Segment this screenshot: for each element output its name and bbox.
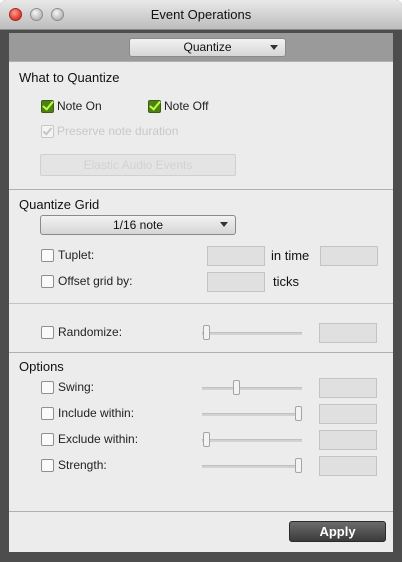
include-within-label: Include within: <box>58 406 135 420</box>
randomize-label: Randomize: <box>58 325 123 339</box>
what-to-quantize-section: What to Quantize Note On Note Off Preser… <box>9 61 393 189</box>
grid-value: 1/16 note <box>112 218 164 232</box>
exclude-within-label: Exclude within: <box>58 432 139 446</box>
strength-value-field[interactable] <box>319 456 377 476</box>
elastic-audio-events-button[interactable]: Elastic Audio Events <box>40 154 236 176</box>
offset-ticks-field[interactable] <box>207 272 265 292</box>
operation-select[interactable]: Quantize <box>129 38 286 57</box>
apply-button[interactable]: Apply <box>289 521 386 542</box>
footer-bar: Apply <box>9 511 393 552</box>
tuplet-count-field[interactable] <box>207 246 265 266</box>
include-within-value-field[interactable] <box>319 404 377 424</box>
note-off-label: Note Off <box>164 99 209 113</box>
swing-slider-thumb[interactable] <box>233 380 241 395</box>
offset-grid-label: Offset grid by: <box>58 274 133 288</box>
swing-value-field[interactable] <box>319 378 377 398</box>
section-heading: Quantize Grid <box>19 197 100 212</box>
note-on-checkbox[interactable] <box>41 98 54 113</box>
window-title: Event Operations <box>150 7 252 22</box>
checkmark-icon <box>149 98 161 111</box>
checkmark-icon <box>42 125 53 136</box>
title-bar[interactable]: Event Operations <box>0 0 402 30</box>
grid-value-select[interactable]: 1/16 note <box>40 215 236 235</box>
randomize-checkbox[interactable] <box>41 326 54 339</box>
strength-checkbox[interactable] <box>41 459 54 472</box>
tuplet-checkbox[interactable] <box>41 249 54 262</box>
swing-slider-track[interactable] <box>202 387 302 390</box>
options-section: Options Swing: Include within: Exclude w… <box>9 352 393 511</box>
section-heading: Options <box>19 359 64 374</box>
chevron-down-icon <box>220 222 228 227</box>
swing-checkbox[interactable] <box>41 381 54 394</box>
exclude-within-slider-track[interactable] <box>202 439 302 442</box>
event-operations-window: Event Operations Quantize What to Quanti… <box>0 0 402 562</box>
exclude-within-value-field[interactable] <box>319 430 377 450</box>
offset-grid-checkbox[interactable] <box>41 275 54 288</box>
swing-label: Swing: <box>58 380 95 394</box>
include-within-slider-thumb[interactable] <box>295 406 302 421</box>
strength-slider-track[interactable] <box>202 465 302 468</box>
exclude-within-slider-thumb[interactable] <box>203 432 210 447</box>
ticks-label: ticks <box>273 274 299 289</box>
include-within-checkbox[interactable] <box>41 407 54 420</box>
note-on-label: Note On <box>57 99 102 113</box>
strength-label: Strength: <box>58 458 107 472</box>
include-within-slider-track[interactable] <box>202 413 302 416</box>
randomize-value-field[interactable] <box>319 323 377 343</box>
strength-slider-thumb[interactable] <box>295 458 302 473</box>
exclude-within-checkbox[interactable] <box>41 433 54 446</box>
checkmark-icon <box>42 98 54 111</box>
quantize-grid-section: Quantize Grid 1/16 note Tuplet: in time … <box>9 189 393 352</box>
window-body: Quantize What to Quantize Note On Note O… <box>9 33 393 552</box>
preserve-duration-label: Preserve note duration <box>57 124 179 138</box>
note-off-checkbox[interactable] <box>148 98 161 113</box>
randomize-slider-thumb[interactable] <box>203 325 210 340</box>
divider <box>9 303 393 304</box>
in-time-label: in time <box>271 248 310 263</box>
chevron-down-icon <box>270 45 278 50</box>
preserve-duration-checkbox[interactable] <box>41 125 54 138</box>
randomize-slider-track[interactable] <box>202 332 302 335</box>
tuplet-time-field[interactable] <box>320 246 378 266</box>
section-heading: What to Quantize <box>19 70 120 85</box>
operation-select-value: Quantize <box>183 40 232 54</box>
tuplet-label: Tuplet: <box>58 248 95 262</box>
operation-bar: Quantize <box>9 33 393 61</box>
